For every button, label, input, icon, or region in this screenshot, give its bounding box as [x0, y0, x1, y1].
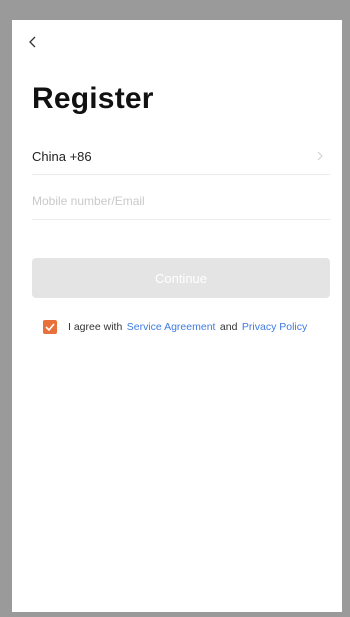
agreement-row: I agree with Service Agreement and Priva… — [43, 318, 307, 336]
checkmark-icon — [45, 323, 55, 331]
country-code-label: China +86 — [32, 149, 92, 164]
back-button[interactable] — [26, 32, 46, 52]
service-agreement-link[interactable]: Service Agreement — [127, 321, 216, 333]
register-screen: Register China +86 Continue I agree with… — [12, 20, 342, 612]
device-frame: Register China +86 Continue I agree with… — [0, 0, 350, 617]
continue-button[interactable]: Continue — [32, 258, 330, 298]
account-input[interactable] — [32, 188, 322, 214]
agreement-conjunction: and — [219, 321, 238, 333]
page-title: Register — [32, 82, 154, 115]
chevron-left-icon — [29, 36, 36, 48]
privacy-policy-link[interactable]: Privacy Policy — [242, 321, 307, 333]
chevron-right-icon — [317, 151, 323, 161]
country-code-selector[interactable]: China +86 — [32, 139, 330, 175]
agreement-prefix: I agree with — [68, 321, 123, 333]
agree-checkbox[interactable] — [43, 320, 57, 334]
account-field-row — [32, 184, 330, 220]
